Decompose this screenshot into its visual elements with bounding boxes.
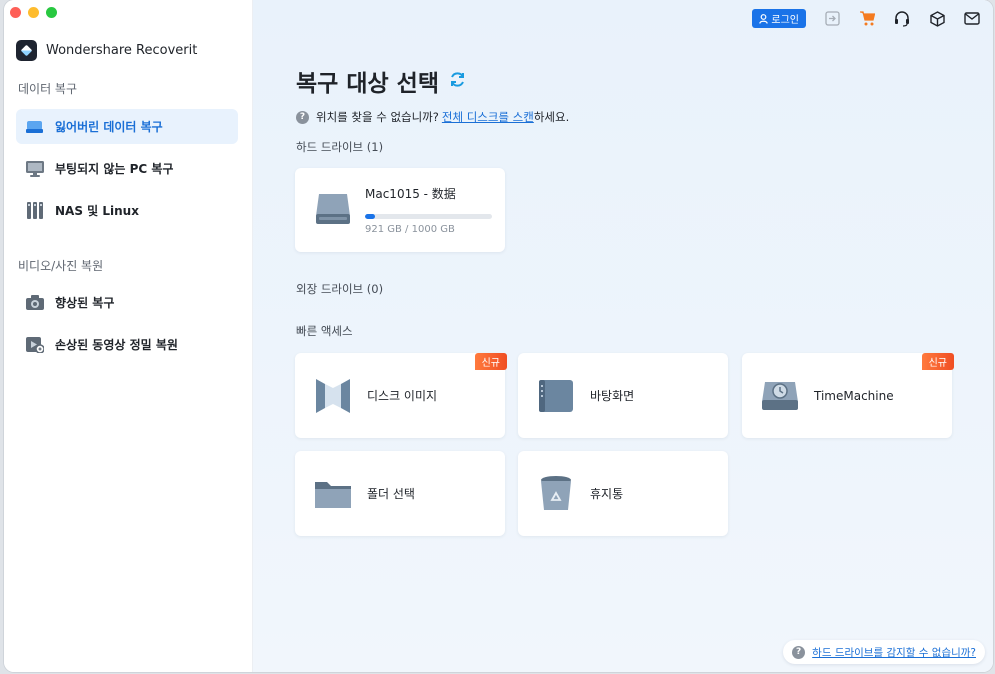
drive-usage-bar — [365, 214, 492, 219]
brand: Wondershare Recoverit — [16, 40, 197, 61]
camera-icon — [25, 294, 44, 311]
section-label-data-recovery: 데이터 복구 — [18, 82, 78, 96]
quick-access-label: TimeMachine — [814, 388, 894, 403]
monitor-icon — [25, 160, 44, 177]
quick-access-desktop[interactable]: 바탕화면 — [518, 353, 728, 438]
hard-drive-icon — [315, 192, 351, 230]
nas-icon — [25, 202, 44, 219]
sidebar-item-label: 향상된 복구 — [55, 296, 115, 310]
sidebar-item-lost-data-recovery[interactable]: 잃어버린 데이터 복구 — [16, 109, 238, 144]
drive-card[interactable]: Mac1015 - 数据 921 GB / 1000 GB — [295, 168, 505, 252]
quick-access-trash[interactable]: 휴지통 — [518, 451, 728, 536]
main-panel: 로그인 복구 대상 선택 ? 위치를 찾을 수 없습니까? 전체 디스크를 스캔… — [253, 0, 993, 672]
quick-access-label: 빠른 액세스 — [296, 324, 353, 338]
question-icon: ? — [296, 110, 309, 124]
page-title: 복구 대상 선택 — [296, 64, 466, 98]
sidebar-item-video-repair[interactable]: 손상된 동영상 정밀 복원 — [16, 327, 238, 362]
sidebar-item-enhanced-recovery[interactable]: 향상된 복구 — [16, 285, 238, 320]
external-drives-label: 외장 드라이브 (0) — [296, 282, 384, 296]
sidebar-item-unbootable-pc[interactable]: 부팅되지 않는 PC 복구 — [16, 151, 238, 186]
drive-not-detected-link[interactable]: 하드 드라이브를 감지할 수 없습니까? — [812, 645, 976, 660]
recoverit-logo-icon — [16, 40, 37, 61]
video-repair-icon — [25, 336, 44, 353]
sign-in-icon[interactable] — [823, 10, 841, 28]
help-suffix: 하세요. — [533, 110, 570, 124]
drive-size: 921 GB / 1000 GB — [365, 224, 455, 235]
page-title-text: 복구 대상 선택 — [296, 71, 439, 97]
sidebar-item-label: NAS 및 Linux — [55, 204, 139, 218]
new-badge: 신규 — [474, 353, 507, 370]
quick-access-label: 디스크 이미지 — [367, 389, 438, 403]
sidebar-item-label: 손상된 동영상 정밀 복원 — [55, 338, 178, 352]
quick-access-label: 폴더 선택 — [367, 487, 415, 501]
desktop-icon — [536, 376, 576, 416]
headset-support-icon[interactable] — [893, 10, 911, 28]
top-toolbar: 로그인 — [752, 9, 981, 28]
drive-icon — [25, 118, 44, 135]
app-window: Wondershare Recoverit 데이터 복구 잃어버린 데이터 복구… — [4, 0, 993, 672]
scan-full-disk-link[interactable]: 전체 디스크를 스캔 — [442, 109, 534, 125]
sidebar: Wondershare Recoverit 데이터 복구 잃어버린 데이터 복구… — [4, 0, 253, 672]
drive-name: Mac1015 - 数据 — [365, 187, 456, 201]
mail-icon[interactable] — [963, 10, 981, 28]
disk-image-icon — [313, 376, 353, 416]
hard-drives-label: 하드 드라이브 (1) — [296, 140, 384, 154]
quick-access-label: 바탕화면 — [590, 389, 635, 403]
trash-icon — [536, 474, 576, 514]
cart-icon[interactable] — [858, 10, 876, 28]
package-icon[interactable] — [928, 10, 946, 28]
sidebar-item-nas-linux[interactable]: NAS 및 Linux — [16, 193, 238, 228]
zoom-window-button[interactable] — [46, 7, 57, 18]
login-label: 로그인 — [771, 15, 799, 26]
window-controls — [10, 7, 57, 18]
quick-access-disk-image[interactable]: 디스크 이미지 신규 — [295, 353, 507, 438]
close-window-button[interactable] — [10, 7, 21, 18]
help-prefix: 위치를 찾을 수 없습니까? — [316, 110, 439, 124]
quick-access-label: 휴지통 — [590, 487, 624, 501]
help-line: ? 위치를 찾을 수 없습니까? 전체 디스크를 스캔 하세요. — [296, 109, 569, 125]
refresh-icon[interactable] — [449, 68, 466, 94]
drive-not-detected-help[interactable]: ? 하드 드라이브를 감지할 수 없습니까? — [783, 640, 985, 664]
section-label-video-photo: 비디오/사진 복원 — [18, 259, 104, 273]
minimize-window-button[interactable] — [28, 7, 39, 18]
quick-access-time-machine[interactable]: TimeMachine 신규 — [742, 353, 954, 438]
folder-icon — [313, 474, 353, 514]
sidebar-item-label: 잃어버린 데이터 복구 — [55, 120, 163, 134]
drive-usage-fill — [365, 214, 376, 219]
app-name: Wondershare Recoverit — [46, 43, 198, 58]
new-badge: 신규 — [921, 353, 954, 370]
login-button[interactable]: 로그인 — [752, 9, 806, 28]
sidebar-item-label: 부팅되지 않는 PC 복구 — [55, 162, 174, 176]
user-icon — [759, 13, 769, 24]
quick-access-folder[interactable]: 폴더 선택 — [295, 451, 505, 536]
question-icon: ? — [792, 645, 806, 659]
time-machine-icon — [760, 376, 800, 416]
